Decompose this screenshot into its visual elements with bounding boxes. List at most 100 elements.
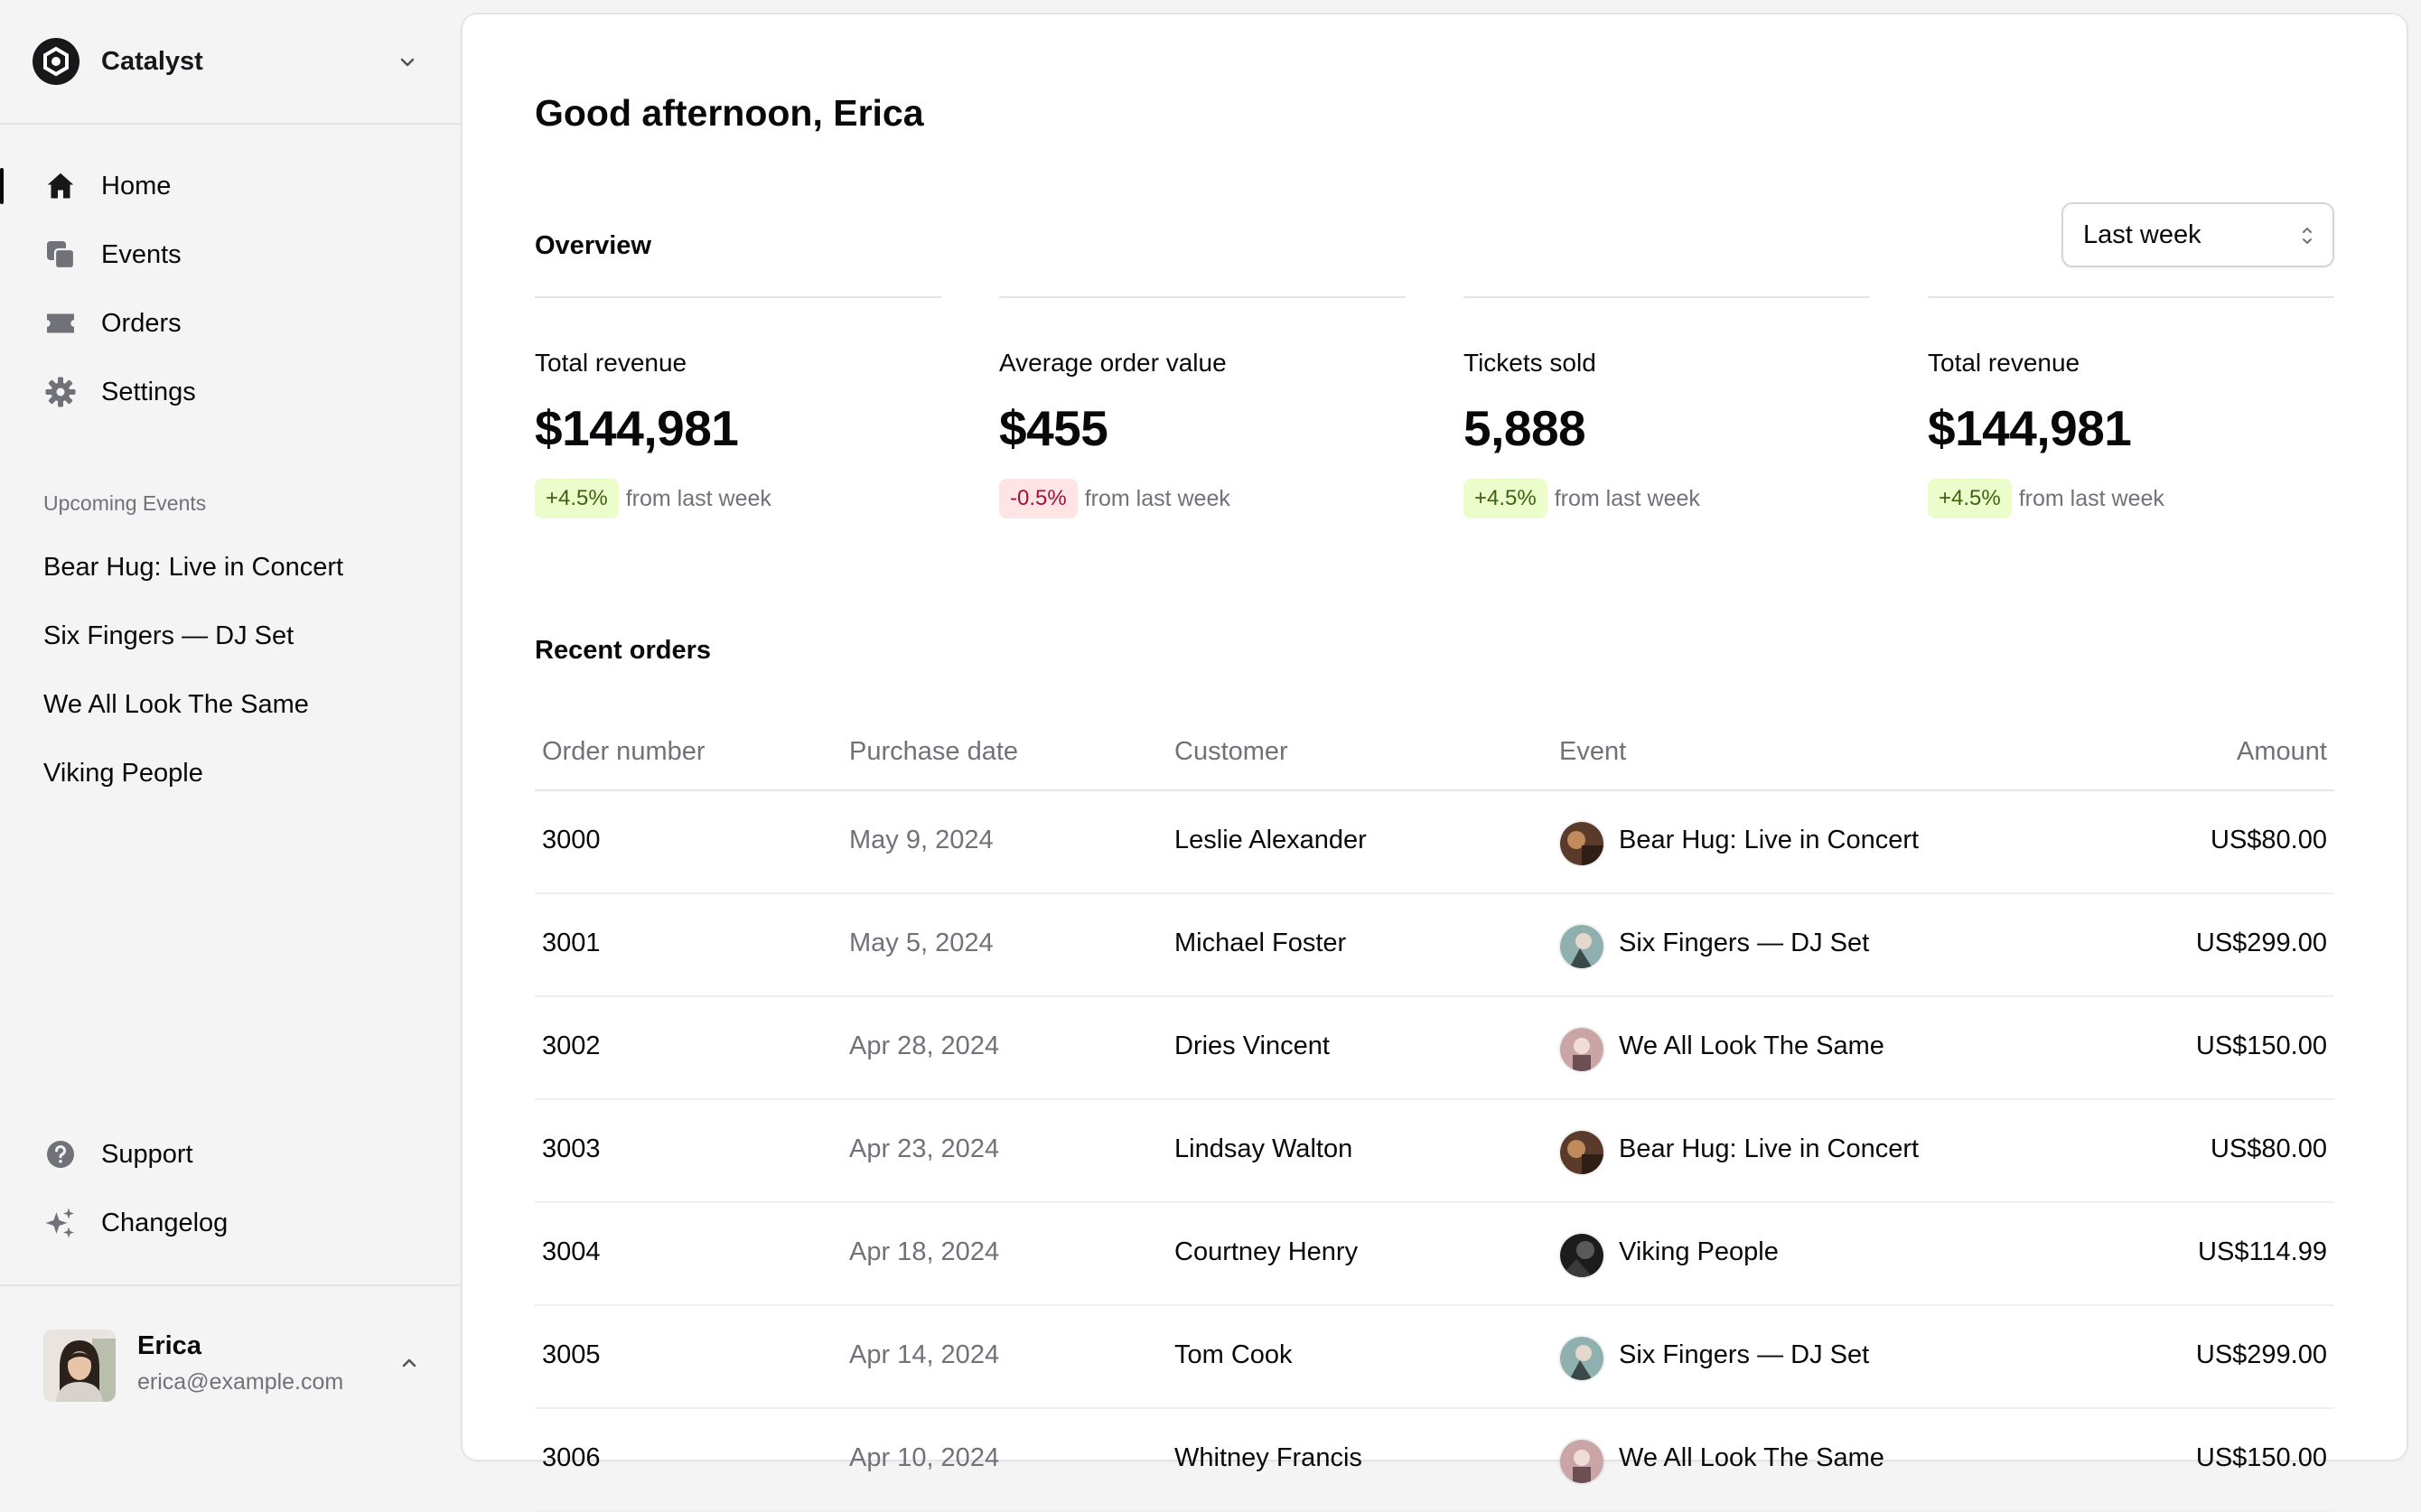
event-thumbnail — [1560, 822, 1603, 865]
user-menu[interactable]: Erica erica@example.com — [43, 1328, 423, 1402]
stat-label: Total revenue — [535, 349, 687, 377]
stat-card: Average order value $455 -0.5% from last… — [999, 296, 1406, 518]
nav-events[interactable]: Events — [43, 229, 182, 280]
upcoming-event-link[interactable]: We All Look The Same — [43, 690, 309, 720]
upcoming-event-link[interactable]: Viking People — [43, 759, 203, 789]
stat-label: Tickets sold — [1463, 349, 1596, 377]
orders-table: Order number Purchase date Customer Even… — [535, 717, 2334, 1512]
column-header: Event — [1559, 737, 1627, 766]
order-amount: US$299.00 — [2195, 929, 2327, 957]
nav-orders[interactable]: Orders — [43, 298, 182, 349]
column-header: Order number — [542, 737, 706, 766]
change-suffix: from last week — [625, 485, 771, 511]
nav-home[interactable]: Home — [43, 161, 171, 211]
purchase-date: May 5, 2024 — [849, 929, 994, 957]
customer-name: Michael Foster — [1174, 929, 1347, 957]
order-number: 3003 — [542, 1134, 601, 1163]
change-suffix: from last week — [1084, 485, 1230, 511]
events-icon — [43, 238, 78, 272]
event-name: Bear Hug: Live in Concert — [1619, 1134, 1920, 1163]
stat-change: +4.5% from last week — [1463, 479, 1870, 518]
upcoming-event-link[interactable]: Bear Hug: Live in Concert — [43, 553, 343, 583]
customer-name: Courtney Henry — [1174, 1237, 1359, 1266]
customer-name: Leslie Alexander — [1174, 826, 1367, 854]
change-badge: +4.5% — [535, 479, 619, 518]
order-number: 3005 — [542, 1340, 601, 1369]
nav-label: Support — [101, 1139, 193, 1169]
order-number: 3001 — [542, 929, 601, 957]
period-select-value: Last week — [2083, 219, 2201, 249]
catalyst-logo-icon — [33, 38, 79, 85]
change-suffix: from last week — [1554, 485, 1700, 511]
main-panel: Good afternoon, Erica Overview Last week… — [463, 14, 2407, 1512]
stat-label: Total revenue — [1928, 349, 2080, 377]
column-header: Amount — [2237, 737, 2327, 766]
table-row[interactable]: 3004 Apr 18, 2024 Courtney Henry Viking … — [535, 1203, 2334, 1306]
upcoming-events-heading: Upcoming Events — [43, 491, 207, 515]
page-title: Good afternoon, Erica — [535, 92, 924, 134]
stat-card: Tickets sold 5,888 +4.5% from last week — [1463, 296, 1870, 518]
nav-label: Home — [101, 171, 172, 201]
stat-change: -0.5% from last week — [999, 479, 1406, 518]
table-row[interactable]: 3006 Apr 10, 2024 Whitney Francis We All… — [535, 1409, 2334, 1512]
team-switcher[interactable]: Catalyst — [33, 36, 421, 87]
table-row[interactable]: 3000 May 9, 2024 Leslie Alexander Bear H… — [535, 791, 2334, 894]
nav-support[interactable]: Support — [43, 1129, 193, 1180]
upcoming-event-link[interactable]: Six Fingers — DJ Set — [43, 621, 294, 651]
sidebar: Catalyst Home Events Orders Settings Upc… — [0, 0, 463, 1445]
stat-value: $455 — [999, 400, 1108, 456]
ticket-icon — [43, 306, 78, 341]
event-thumbnail — [1560, 1440, 1603, 1483]
event-name: We All Look The Same — [1619, 1443, 1884, 1472]
chevron-up-icon — [402, 1358, 416, 1367]
table-row[interactable]: 3001 May 5, 2024 Michael Foster Six Fing… — [535, 894, 2334, 997]
divider — [1928, 296, 2334, 298]
recent-orders-heading: Recent orders — [535, 636, 712, 665]
event-name: Six Fingers — DJ Set — [1619, 929, 1870, 957]
event-thumbnail — [1560, 1234, 1603, 1277]
nav-label: Orders — [101, 308, 182, 338]
event-name: We All Look The Same — [1619, 1031, 1884, 1060]
customer-name: Dries Vincent — [1174, 1031, 1330, 1060]
stat-change: +4.5% from last week — [1928, 479, 2334, 518]
purchase-date: Apr 28, 2024 — [849, 1031, 1000, 1060]
change-badge: -0.5% — [999, 479, 1078, 518]
event-thumbnail — [1560, 1337, 1603, 1380]
nav-changelog[interactable]: Changelog — [43, 1198, 228, 1248]
order-amount: US$80.00 — [2211, 1134, 2327, 1163]
stat-value: $144,981 — [1928, 400, 2132, 456]
divider — [0, 1284, 463, 1286]
stat-change: +4.5% from last week — [535, 479, 941, 518]
nav-settings[interactable]: Settings — [43, 367, 196, 417]
order-number: 3004 — [542, 1237, 601, 1266]
purchase-date: Apr 14, 2024 — [849, 1340, 1000, 1369]
order-number: 3000 — [542, 826, 601, 854]
overview-heading: Overview — [535, 231, 651, 260]
table-header: Order number Purchase date Customer Even… — [535, 717, 2334, 791]
active-indicator — [0, 168, 4, 204]
order-amount: US$80.00 — [2211, 826, 2327, 854]
period-select[interactable]: Last week — [2061, 202, 2334, 267]
table-row[interactable]: 3003 Apr 23, 2024 Lindsay Walton Bear Hu… — [535, 1100, 2334, 1203]
change-badge: +4.5% — [1928, 479, 2012, 518]
event-thumbnail — [1560, 1131, 1603, 1174]
question-icon — [43, 1137, 78, 1171]
gear-icon — [43, 375, 78, 409]
divider — [1463, 296, 1870, 298]
purchase-date: Apr 23, 2024 — [849, 1134, 1000, 1163]
event-name: Six Fingers — DJ Set — [1619, 1340, 1870, 1369]
avatar — [43, 1330, 116, 1402]
home-icon — [43, 169, 78, 203]
nav-label: Events — [101, 239, 182, 269]
nav-label: Settings — [101, 377, 196, 406]
change-suffix: from last week — [2018, 485, 2164, 511]
event-thumbnail — [1560, 1028, 1603, 1071]
user-name: Erica — [137, 1331, 201, 1360]
divider — [535, 296, 941, 298]
chevron-down-icon — [400, 58, 415, 67]
table-row[interactable]: 3002 Apr 28, 2024 Dries Vincent We All L… — [535, 997, 2334, 1100]
table-row[interactable]: 3005 Apr 14, 2024 Tom Cook Six Fingers —… — [535, 1306, 2334, 1409]
event-thumbnail — [1560, 925, 1603, 968]
order-amount: US$299.00 — [2195, 1340, 2327, 1369]
purchase-date: Apr 18, 2024 — [849, 1237, 1000, 1266]
